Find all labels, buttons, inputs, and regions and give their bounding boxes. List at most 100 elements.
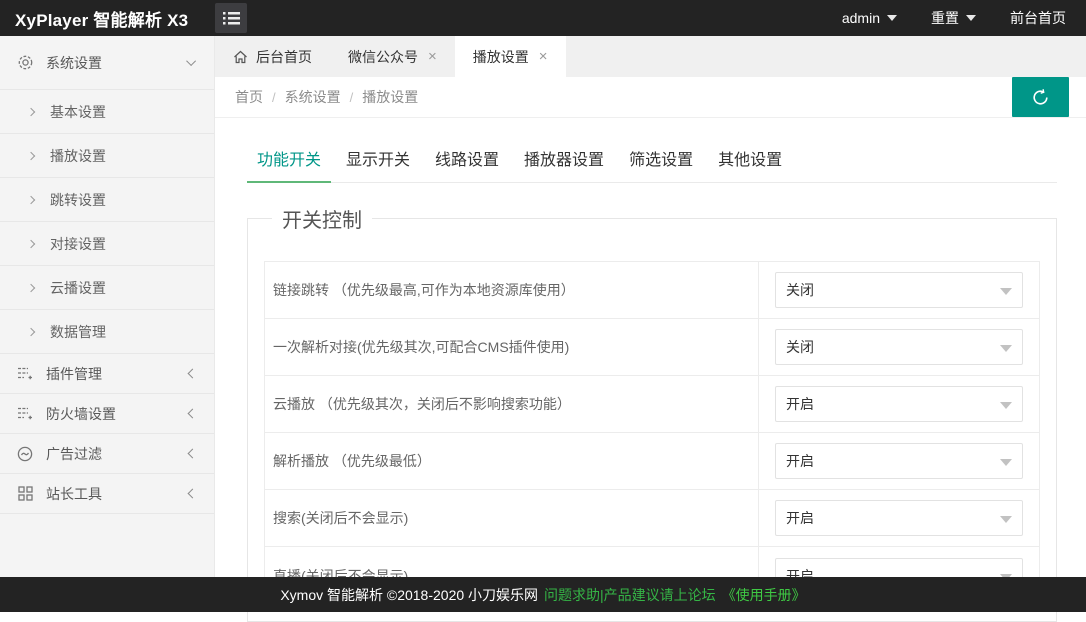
chevron-right-icon — [27, 107, 35, 115]
parse-play-select[interactable]: 开启 — [775, 443, 1023, 479]
close-icon[interactable]: × — [428, 48, 437, 65]
table-row: 云播放 （优先级其次，关闭后不影响搜索功能） 开启 — [265, 376, 1039, 433]
chevron-right-icon — [27, 327, 35, 335]
tab-label: 后台首页 — [256, 47, 312, 67]
search-select[interactable]: 开启 — [775, 500, 1023, 536]
tab-display-switch[interactable]: 显示开关 — [336, 141, 420, 182]
chevron-right-icon — [27, 239, 35, 247]
page-content: 功能开关 显示开关 线路设置 播放器设置 筛选设置 其他设置 开关控制 链接跳转… — [215, 141, 1086, 622]
chevron-down-icon — [887, 15, 897, 21]
reset-menu-label: 重置 — [931, 8, 959, 28]
user-menu-label: admin — [842, 10, 880, 26]
sidebar-item-label: 对接设置 — [50, 234, 106, 254]
table-row: 搜索(关闭后不会显示) 开启 — [265, 490, 1039, 547]
tab-play-settings[interactable]: 播放设置 × — [455, 36, 566, 77]
breadcrumb-home[interactable]: 首页 — [235, 87, 263, 107]
sidebar-item-jump-settings[interactable]: 跳转设置 — [0, 178, 214, 222]
sidebar-group-plugin-management[interactable]: 插件管理 — [0, 354, 214, 394]
list-plus-icon — [15, 406, 35, 421]
tab-function-switch[interactable]: 功能开关 — [247, 141, 331, 182]
sidebar-item-basic-settings[interactable]: 基本设置 — [0, 90, 214, 134]
sidebar-group-webmaster-tools[interactable]: 站长工具 — [0, 474, 214, 514]
refresh-button[interactable] — [1012, 77, 1069, 117]
circle-wave-icon — [15, 446, 35, 462]
breadcrumb-separator: / — [350, 90, 354, 105]
tab-admin-home[interactable]: 后台首页 — [215, 36, 330, 77]
options-table: 链接跳转 （优先级最高,可作为本地资源库使用） 关闭 一次解析对接(优先级其次,… — [264, 261, 1040, 605]
topbar-menu: admin 重置 前台首页 — [842, 8, 1086, 28]
sidebar-item-label: 跳转设置 — [50, 190, 106, 210]
option-label: 搜索(关闭后不会显示) — [265, 490, 758, 546]
window-tabbar: 后台首页 微信公众号 × 播放设置 × — [215, 36, 1086, 77]
sidebar-group-label: 站长工具 — [46, 484, 189, 504]
switch-control-panel: 开关控制 链接跳转 （优先级最高,可作为本地资源库使用） 关闭 一次解析对接(优… — [247, 204, 1057, 622]
sidebar-group-firewall-settings[interactable]: 防火墙设置 — [0, 394, 214, 434]
gear-icon — [15, 54, 35, 71]
breadcrumb-section[interactable]: 系统设置 — [285, 87, 341, 107]
sidebar-item-cloudplay-settings[interactable]: 云播设置 — [0, 266, 214, 310]
tab-label: 微信公众号 — [348, 47, 418, 67]
sidebar-group-label: 插件管理 — [46, 364, 189, 384]
chevron-right-icon — [27, 151, 35, 159]
option-label: 一次解析对接(优先级其次,可配合CMS插件使用) — [265, 319, 758, 375]
tab-player-settings[interactable]: 播放器设置 — [514, 141, 614, 182]
close-icon[interactable]: × — [539, 48, 548, 65]
chevron-down-icon — [1000, 345, 1012, 352]
main-area: 后台首页 微信公众号 × 播放设置 × 首页 / 系统设置 / 播放设置 功能开… — [215, 36, 1086, 612]
table-row: 一次解析对接(优先级其次,可配合CMS插件使用) 关闭 — [265, 319, 1039, 376]
breadcrumb-current: 播放设置 — [362, 87, 418, 107]
parse-docking-select[interactable]: 关闭 — [775, 329, 1023, 365]
home-icon — [233, 50, 248, 64]
footer-manual-link[interactable]: 《使用手册》 — [722, 585, 806, 605]
footer-help-link[interactable]: 问题求助|产品建议请上论坛 — [544, 585, 716, 605]
sidebar-group-ad-filter[interactable]: 广告过滤 — [0, 434, 214, 474]
link-jump-select[interactable]: 关闭 — [775, 272, 1023, 308]
user-menu[interactable]: admin — [842, 10, 897, 26]
sidebar: 系统设置 基本设置 播放设置 跳转设置 对接设置 云播设置 数据管理 插件管理 — [0, 36, 215, 612]
breadcrumb-separator: / — [272, 90, 276, 105]
chevron-down-icon — [1000, 459, 1012, 466]
sidebar-item-play-settings[interactable]: 播放设置 — [0, 134, 214, 178]
sidebar-toggle-button[interactable] — [215, 3, 247, 33]
sidebar-item-data-management[interactable]: 数据管理 — [0, 310, 214, 354]
chevron-right-icon — [27, 283, 35, 291]
chevron-right-icon — [27, 195, 35, 203]
select-value: 开启 — [786, 508, 814, 528]
sidebar-item-docking-settings[interactable]: 对接设置 — [0, 222, 214, 266]
frontend-home-label: 前台首页 — [1010, 8, 1066, 28]
chevron-left-icon — [188, 489, 198, 499]
table-row: 解析播放 （优先级最低） 开启 — [265, 433, 1039, 490]
sidebar-item-label: 基本设置 — [50, 102, 106, 122]
footer: Xymov 智能解析 ©2018-2020 小刀娱乐网 问题求助|产品建议请上论… — [0, 577, 1086, 612]
list-plus-icon — [15, 366, 35, 381]
chevron-down-icon — [1000, 516, 1012, 523]
frontend-home-link[interactable]: 前台首页 — [1010, 8, 1066, 28]
tab-line-settings[interactable]: 线路设置 — [425, 141, 509, 182]
chevron-down-icon — [1000, 288, 1012, 295]
select-value: 关闭 — [786, 337, 814, 357]
select-value: 开启 — [786, 451, 814, 471]
option-value-cell: 开启 — [758, 433, 1039, 489]
reset-menu[interactable]: 重置 — [931, 8, 976, 28]
select-value: 开启 — [786, 394, 814, 414]
app-logo: XyPlayer 智能解析 X3 — [0, 6, 215, 31]
option-label: 链接跳转 （优先级最高,可作为本地资源库使用） — [265, 262, 758, 318]
refresh-icon — [1031, 88, 1050, 107]
sidebar-group-system-settings[interactable]: 系统设置 — [0, 36, 214, 90]
option-value-cell: 关闭 — [758, 319, 1039, 375]
tab-other-settings[interactable]: 其他设置 — [708, 141, 792, 182]
cloud-play-select[interactable]: 开启 — [775, 386, 1023, 422]
chevron-down-icon — [1000, 402, 1012, 409]
option-label: 云播放 （优先级其次，关闭后不影响搜索功能） — [265, 376, 758, 432]
sidebar-item-label: 云播设置 — [50, 278, 106, 298]
grid-icon — [15, 486, 35, 501]
tab-wechat[interactable]: 微信公众号 × — [330, 36, 455, 77]
breadcrumb-row: 首页 / 系统设置 / 播放设置 — [215, 77, 1086, 118]
chevron-left-icon — [188, 369, 198, 379]
option-value-cell: 开启 — [758, 376, 1039, 432]
sidebar-item-label: 播放设置 — [50, 146, 106, 166]
tab-filter-settings[interactable]: 筛选设置 — [619, 141, 703, 182]
settings-tabs: 功能开关 显示开关 线路设置 播放器设置 筛选设置 其他设置 — [247, 141, 1057, 183]
tab-label: 播放设置 — [473, 47, 529, 67]
sidebar-group-label: 防火墙设置 — [46, 404, 189, 424]
